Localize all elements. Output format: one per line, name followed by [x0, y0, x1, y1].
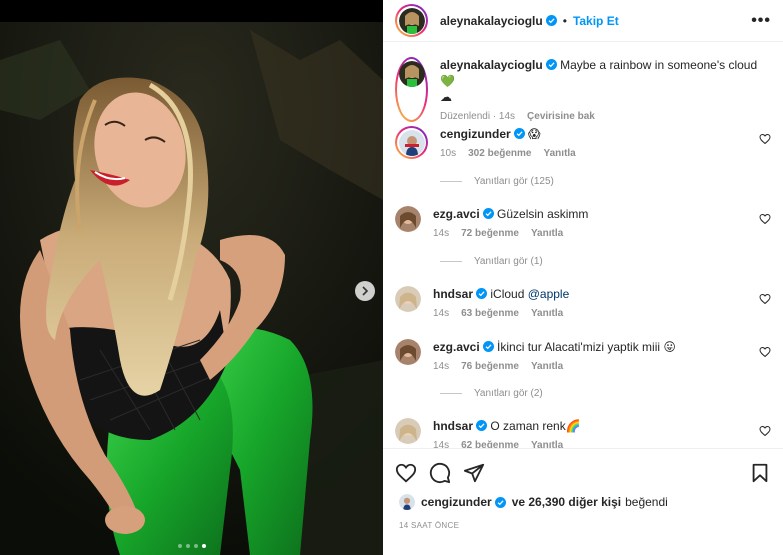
verified-icon	[513, 128, 525, 139]
verified-icon	[482, 208, 494, 219]
comment-row: hndsar iCloud @apple 14s 63 beğenme Yanı…	[395, 286, 771, 319]
caption-username[interactable]: aleynakalaycioglu	[440, 58, 543, 72]
comment-username[interactable]: hndsar	[433, 419, 473, 433]
likes-summary: cengizunder ve 26,390 diğer kişi beğendi	[399, 494, 668, 510]
view-replies-link[interactable]: Yanıtları gör (125)	[440, 176, 554, 187]
caption-edited: Düzenlendi · 14s	[440, 111, 516, 122]
reply-button[interactable]: Yanıtla	[531, 308, 563, 319]
verified-icon	[494, 496, 506, 508]
carousel-dot	[185, 544, 190, 548]
caption: aleynakalaycioglu Maybe a rainbow in som…	[395, 57, 771, 122]
author-avatar[interactable]	[395, 57, 428, 122]
comment-username[interactable]: hndsar	[433, 287, 473, 301]
commenter-avatar[interactable]	[395, 339, 421, 365]
chevron-right-icon	[362, 286, 369, 296]
post-action-bar	[383, 448, 783, 496]
like-comment-heart-icon[interactable]	[759, 213, 771, 225]
comment-text: iCloud	[490, 287, 528, 301]
comment-emoji: 😛	[663, 340, 676, 354]
likes-suffix: beğendi	[625, 495, 668, 509]
carousel-dot	[177, 544, 182, 548]
post-side-panel: aleynakalaycioglu • Takip Et ••• aleynak…	[383, 0, 783, 555]
reply-button[interactable]: Yanıtla	[531, 228, 563, 239]
comment-username[interactable]: ezg.avci	[433, 207, 480, 221]
header-separator: •	[562, 13, 567, 28]
comment-text: O zaman renk	[490, 419, 566, 433]
post-image	[0, 0, 383, 555]
liker-username[interactable]: cengizunder	[421, 495, 492, 509]
like-heart-icon[interactable]	[395, 462, 417, 484]
view-replies-label: Yanıtları gör (2)	[474, 388, 543, 399]
comment-likes[interactable]: 72 beğenme	[461, 228, 519, 239]
like-comment-heart-icon[interactable]	[759, 346, 771, 358]
comment-text: İkinci tur Alacati'mizi yaptik miii	[497, 340, 661, 354]
more-options-icon[interactable]: •••	[751, 12, 771, 30]
share-paper-plane-icon[interactable]	[463, 462, 485, 484]
commenter-avatar[interactable]	[395, 418, 421, 444]
cloud-emoji: ☁	[440, 90, 452, 104]
bookmark-save-icon[interactable]	[749, 462, 771, 484]
author-username[interactable]: aleynakalaycioglu	[440, 14, 543, 28]
comment-emoji: 🌈	[565, 419, 581, 433]
post-header: aleynakalaycioglu • Takip Et •••	[383, 0, 783, 42]
verified-icon	[476, 288, 488, 299]
commenter-avatar[interactable]	[395, 126, 428, 159]
verified-icon	[545, 59, 557, 70]
comment-age: 14s	[433, 440, 450, 448]
like-comment-heart-icon[interactable]	[759, 133, 771, 145]
reply-button[interactable]: Yanıtla	[531, 440, 563, 448]
view-replies-label: Yanıtları gör (1)	[474, 256, 543, 267]
comment-emoji: 😱	[528, 127, 541, 141]
verified-icon	[482, 341, 494, 352]
comment-age: 14s	[433, 361, 450, 372]
caption-text: Maybe a rainbow in someone's cloud	[560, 58, 758, 72]
view-replies-link[interactable]: Yanıtları gör (1)	[440, 256, 543, 267]
view-replies-link[interactable]: Yanıtları gör (2)	[440, 388, 543, 399]
comment-username[interactable]: ezg.avci	[433, 340, 480, 354]
mention-link[interactable]: @apple	[528, 287, 570, 301]
replies-divider	[440, 393, 462, 394]
verified-icon	[476, 420, 488, 431]
comment-likes[interactable]: 302 beğenme	[468, 148, 531, 159]
carousel-dot-active	[201, 544, 206, 548]
post-photo[interactable]	[0, 0, 383, 555]
replies-divider	[440, 181, 462, 182]
commenter-avatar[interactable]	[395, 206, 421, 232]
carousel-indicator	[0, 544, 383, 548]
liker-avatar[interactable]	[399, 494, 415, 510]
comment-row: cengizunder 😱 10s 302 beğenme Yanıtla	[395, 126, 771, 159]
author-avatar[interactable]	[395, 4, 428, 37]
replies-divider	[440, 261, 462, 262]
see-translation-link[interactable]: Çevirisine bak	[527, 111, 595, 122]
comment-row: hndsar O zaman renk🌈 14s 62 beğenme Yanı…	[395, 418, 771, 448]
next-image-button[interactable]	[355, 281, 375, 301]
post-timestamp: 14 SAAT ÖNCE	[399, 521, 460, 530]
comment-row: ezg.avci İkinci tur Alacati'mizi yaptik …	[395, 339, 771, 372]
comment-age: 10s	[440, 148, 457, 159]
post-modal: aleynakalaycioglu • Takip Et ••• aleynak…	[0, 0, 783, 555]
follow-button[interactable]: Takip Et	[573, 14, 619, 28]
comment-text: Güzelsin askimm	[497, 207, 589, 221]
comment-likes[interactable]: 76 beğenme	[461, 361, 519, 372]
likes-count-link[interactable]: ve 26,390 diğer kişi	[512, 495, 621, 509]
view-replies-label: Yanıtları gör (125)	[474, 176, 554, 187]
verified-icon	[545, 15, 557, 26]
comment-likes[interactable]: 62 beğenme	[461, 440, 519, 448]
comment-likes[interactable]: 63 beğenme	[461, 308, 519, 319]
reply-button[interactable]: Yanıtla	[531, 361, 563, 372]
reply-button[interactable]: Yanıtla	[544, 148, 576, 159]
comment-bubble-icon[interactable]	[429, 462, 451, 484]
comments-list[interactable]: aleynakalaycioglu Maybe a rainbow in som…	[383, 43, 783, 448]
comment-username[interactable]: cengizunder	[440, 127, 511, 141]
carousel-dot	[193, 544, 198, 548]
commenter-avatar[interactable]	[395, 286, 421, 312]
green-heart-emoji: 💚	[440, 74, 455, 88]
comment-age: 14s	[433, 308, 450, 319]
like-comment-heart-icon[interactable]	[759, 425, 771, 437]
comment-age: 14s	[433, 228, 450, 239]
like-comment-heart-icon[interactable]	[759, 293, 771, 305]
comment-row: ezg.avci Güzelsin askimm 14s 72 beğenme …	[395, 206, 771, 239]
